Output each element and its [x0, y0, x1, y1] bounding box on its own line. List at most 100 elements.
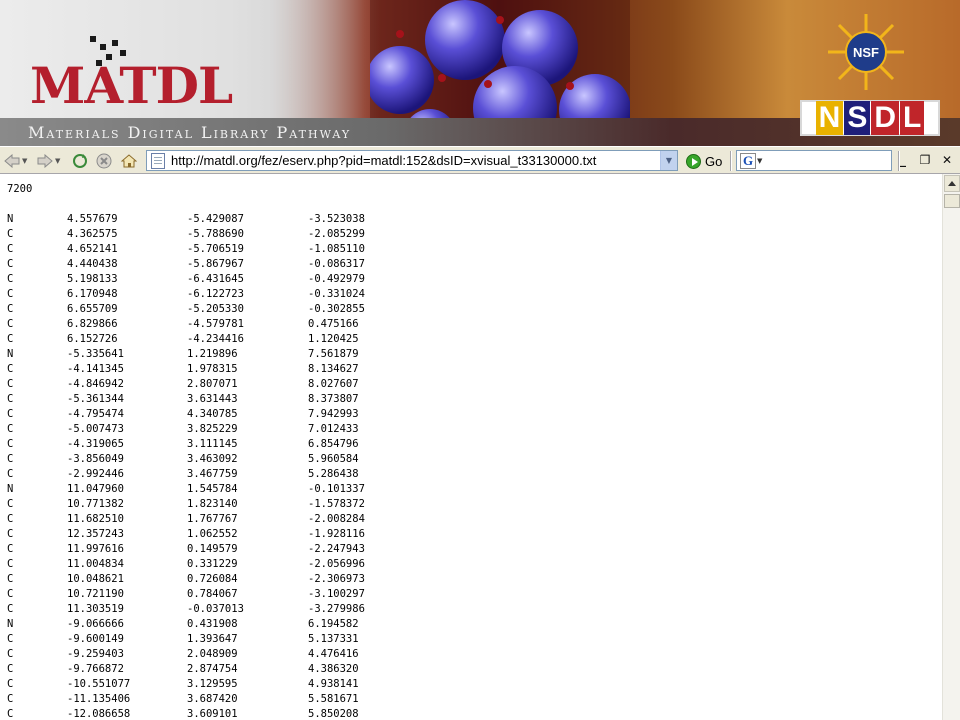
atom-element: C [7, 288, 14, 300]
atom-element: C [7, 438, 14, 450]
nsf-seal-text: NSF [853, 45, 879, 60]
atom-x: 4.652141 [67, 243, 118, 255]
atom-y: 1.393647 [187, 633, 238, 645]
atom-row: C 4.652141 -5.706519 -1.085110 [7, 242, 942, 257]
atom-element: N [7, 618, 14, 630]
atom-y: 3.111145 [187, 438, 238, 450]
atom-x: 6.170948 [67, 288, 118, 300]
atom-element: C [7, 273, 14, 285]
atom-y: 3.825229 [187, 423, 238, 435]
atom-z: 7.012433 [308, 423, 359, 435]
nsdl-letter: L [900, 101, 925, 135]
atom-element: C [7, 258, 14, 270]
back-button[interactable]: ▼ [4, 151, 27, 171]
atom-y: -4.234416 [187, 333, 244, 345]
atom-y: -5.706519 [187, 243, 244, 255]
matdl-logo[interactable]: MATDL [30, 58, 233, 114]
atom-z: 6.194582 [308, 618, 359, 630]
atom-element: C [7, 708, 14, 720]
atom-row: C 10.771382 1.823140 -1.578372 [7, 497, 942, 512]
home-button[interactable] [121, 151, 137, 171]
nsf-seal-logo[interactable]: NSF [826, 12, 906, 92]
atom-z: 5.581671 [308, 693, 359, 705]
atom-y: 3.463092 [187, 453, 238, 465]
atom-x: 6.655709 [67, 303, 118, 315]
page-icon [151, 152, 165, 169]
forward-dropdown-icon[interactable]: ▼ [55, 157, 60, 165]
atom-element: C [7, 558, 14, 570]
atom-row: N -5.335641 1.219896 7.561879 [7, 347, 942, 362]
back-dropdown-icon[interactable]: ▼ [22, 157, 27, 165]
atom-x: -11.135406 [67, 693, 131, 705]
atom-x: -5.361344 [67, 393, 124, 405]
atom-row: C -4.141345 1.978315 8.134627 [7, 362, 942, 377]
atom-x: 4.557679 [67, 213, 118, 225]
atom-x: 11.047960 [67, 483, 124, 495]
forward-button[interactable]: ▼ [37, 151, 60, 171]
atom-x: -4.319065 [67, 438, 124, 450]
atom-row: C 11.682510 1.767767 -2.008284 [7, 512, 942, 527]
minimize-icon[interactable]: _ [896, 153, 910, 167]
atom-z: 7.561879 [308, 348, 359, 360]
atom-element: C [7, 588, 14, 600]
close-icon[interactable]: ✕ [940, 153, 954, 167]
nsdl-letter: N [815, 101, 844, 135]
atom-element: C [7, 543, 14, 555]
refresh-button[interactable] [72, 151, 88, 171]
atom-y: 1.062552 [187, 528, 238, 540]
atom-element: N [7, 348, 14, 360]
atom-z: -2.247943 [308, 543, 365, 555]
atom-row: C 12.357243 1.062552 -1.928116 [7, 527, 942, 542]
atom-x: -9.766872 [67, 663, 124, 675]
atom-z: 5.286438 [308, 468, 359, 480]
atom-element: C [7, 663, 14, 675]
atom-row: C 11.303519 -0.037013 -3.279986 [7, 602, 942, 617]
google-search-box[interactable]: G ▼ [736, 150, 892, 171]
vertical-scrollbar[interactable] [942, 174, 960, 720]
atom-y: -0.037013 [187, 603, 244, 615]
atom-element: C [7, 333, 14, 345]
atom-element: C [7, 528, 14, 540]
google-dropdown-icon[interactable]: ▼ [757, 157, 762, 165]
address-dropdown-button[interactable]: ▼ [660, 151, 677, 170]
stop-button[interactable] [96, 151, 112, 171]
atom-y: 2.048909 [187, 648, 238, 660]
atom-y: 0.726084 [187, 573, 238, 585]
nsdl-logo[interactable]: N S D L [800, 100, 940, 136]
atom-row: C 4.440438 -5.867967 -0.086317 [7, 257, 942, 272]
atom-element: C [7, 498, 14, 510]
toolbar-separator [730, 151, 732, 171]
atom-row: C -5.361344 3.631443 8.373807 [7, 392, 942, 407]
scroll-up-button[interactable] [944, 175, 960, 192]
atom-y: 0.431908 [187, 618, 238, 630]
atom-element: C [7, 453, 14, 465]
atom-row: N 4.557679 -5.429087 -3.523038 [7, 212, 942, 227]
google-icon[interactable]: G [740, 152, 756, 169]
text-document-view: 7200 N 4.557679 -5.429087 -3.523038 C 4.36257… [0, 174, 942, 720]
atom-x: -2.992446 [67, 468, 124, 480]
atom-element: C [7, 318, 14, 330]
atom-z: 4.386320 [308, 663, 359, 675]
atom-element: N [7, 213, 14, 225]
go-icon [686, 153, 701, 169]
atom-count: 7200 [7, 183, 33, 195]
atom-y: 0.331229 [187, 558, 238, 570]
atom-element: C [7, 633, 14, 645]
atom-row: C 11.997616 0.149579 -2.247943 [7, 542, 942, 557]
atom-x: 10.771382 [67, 498, 124, 510]
atom-x: -9.259403 [67, 648, 124, 660]
atom-row: C -10.551077 3.129595 4.938141 [7, 677, 942, 692]
scroll-thumb[interactable] [944, 194, 960, 208]
atom-y: 3.687420 [187, 693, 238, 705]
go-button[interactable]: Go [686, 151, 722, 171]
address-url-text[interactable]: http://matdl.org/fez/eserv.php?pid=matdl… [171, 153, 660, 168]
atom-x: -5.335641 [67, 348, 124, 360]
address-bar[interactable]: http://matdl.org/fez/eserv.php?pid=matdl… [146, 150, 678, 171]
atom-x: -3.856049 [67, 453, 124, 465]
atom-y: 3.609101 [187, 708, 238, 720]
restore-icon[interactable]: ❐ [918, 153, 932, 167]
atom-x: 10.048621 [67, 573, 124, 585]
atom-y: 4.340785 [187, 408, 238, 420]
atom-x: -9.600149 [67, 633, 124, 645]
atom-row: C 5.198133 -6.431645 -0.492979 [7, 272, 942, 287]
